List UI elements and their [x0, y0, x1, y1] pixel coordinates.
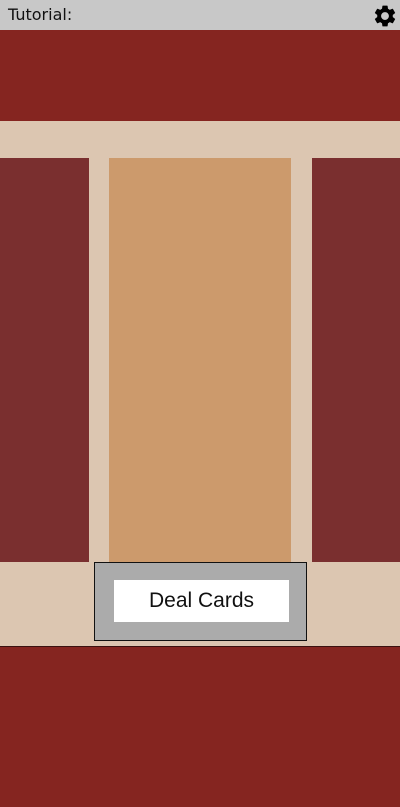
opponent-area	[0, 30, 400, 121]
card-back-left[interactable]	[0, 158, 89, 562]
page-title: Tutorial:	[8, 5, 73, 24]
deal-panel: Deal Cards	[94, 562, 307, 641]
card-center[interactable]	[109, 158, 291, 562]
card-back-right[interactable]	[312, 158, 400, 562]
player-area	[0, 646, 400, 807]
deal-cards-button[interactable]: Deal Cards	[114, 580, 289, 622]
top-bar: Tutorial:	[0, 0, 400, 30]
gear-icon[interactable]	[372, 3, 398, 29]
